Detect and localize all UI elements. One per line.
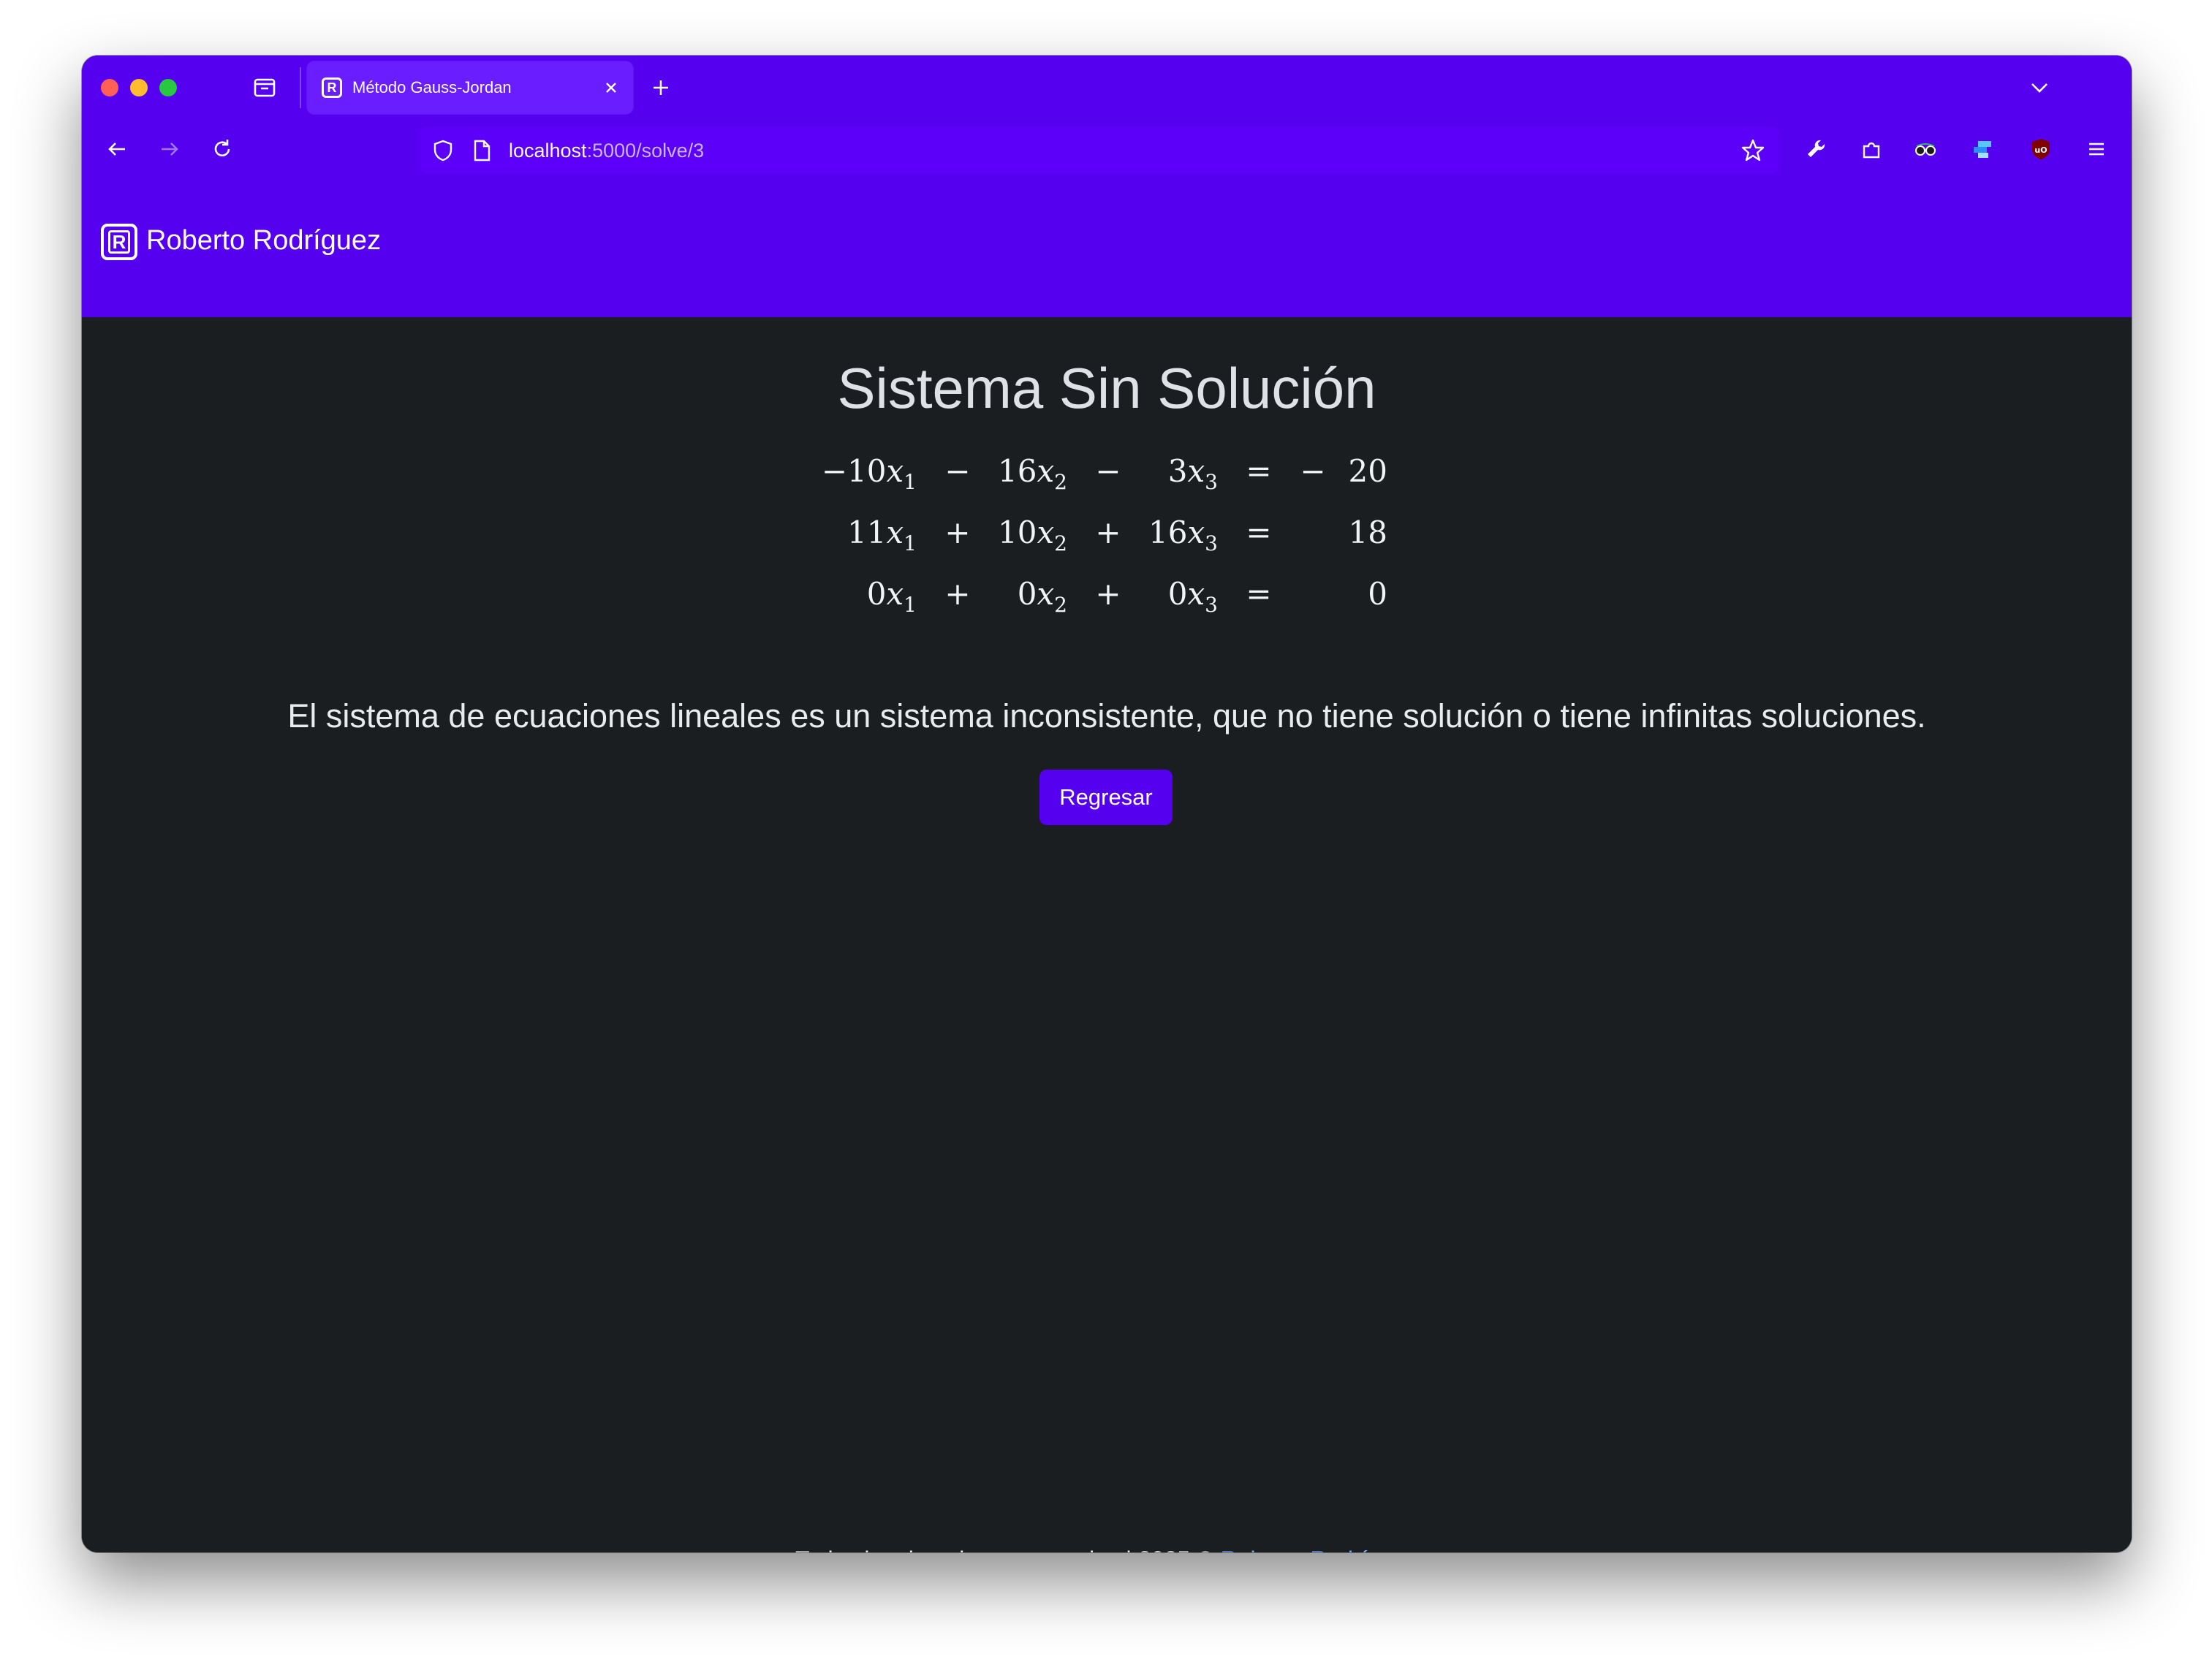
term-x1: −10x1	[822, 453, 917, 494]
url-text[interactable]: localhost:5000/solve/3	[509, 140, 704, 162]
minimize-window-button[interactable]	[130, 79, 148, 96]
term-x3: 3x3	[1168, 453, 1218, 494]
nav-toolbar: localhost:5000/solve/3 uO	[82, 120, 2132, 180]
footer-text: Todos los derechos reservados | 2025 ©	[795, 1547, 1221, 1552]
equals-sign: =	[1246, 576, 1272, 612]
variable-subscript: 3	[1205, 470, 1218, 494]
svg-text:uO: uO	[2034, 145, 2047, 155]
privacy-glasses-icon[interactable]	[1911, 134, 1940, 164]
operator: +	[944, 515, 971, 550]
brand-logo-letter: R	[108, 230, 130, 254]
equals-sign: =	[1246, 453, 1272, 489]
page-icon[interactable]	[471, 139, 493, 162]
variable-subscript: 2	[1054, 593, 1067, 617]
variable-subscript: 2	[1054, 470, 1067, 494]
coefficient: 0	[866, 576, 887, 612]
variable: x	[1187, 576, 1205, 612]
operator: +	[944, 576, 971, 612]
coefficient: 3	[1167, 453, 1188, 489]
star-icon[interactable]	[1740, 137, 1766, 164]
operator: −	[1095, 453, 1121, 489]
result-message: El sistema de ecuaciones lineales es un …	[287, 697, 1926, 735]
menu-icon[interactable]	[2082, 134, 2111, 164]
operator: −	[944, 453, 971, 489]
term-x1: 0x1	[867, 576, 917, 617]
rhs-value: 0	[1368, 576, 1387, 612]
equation-row: 0x1 +0x2 +0x3 = 0	[82, 576, 2132, 637]
browser-window: R Método Gauss-Jordan localhost:5000/sol…	[82, 56, 2132, 1552]
rhs-value: 18	[1348, 515, 1387, 550]
operator: +	[1095, 576, 1121, 612]
coefficient: 10	[998, 515, 1037, 550]
term-x3: 0x3	[1168, 576, 1218, 617]
equation-row: 11x1 +10x2 +16x3 = 18	[82, 515, 2132, 576]
url-path: :5000/solve/3	[586, 140, 705, 162]
tab-title: Método Gauss-Jordan	[352, 78, 512, 96]
term-x2: 0x2	[1018, 576, 1067, 617]
variable: x	[1037, 515, 1055, 550]
variable: x	[1187, 453, 1205, 489]
url-host: localhost	[509, 140, 587, 162]
equation-row: −10x1−16x2−3x3 = −20	[82, 453, 2132, 515]
main-content: Sistema Sin Solución −10x1−16x2−3x3 = −20 1…	[82, 317, 2132, 1552]
blocks-extension-icon[interactable]	[1968, 134, 1997, 164]
term-x2: 16x2	[998, 453, 1067, 494]
reload-icon[interactable]	[208, 134, 237, 164]
url-bar[interactable]: localhost:5000/solve/3	[420, 127, 1779, 174]
shield-icon[interactable]	[430, 137, 456, 164]
operator: +	[1095, 515, 1121, 550]
site-navbar: R Roberto Rodríguez	[82, 180, 2132, 317]
extensions-icon[interactable]	[1857, 134, 1886, 164]
equals-sign: =	[1246, 515, 1272, 550]
term-x1: 11x1	[847, 515, 917, 555]
variable: x	[886, 515, 904, 550]
favicon-icon: R	[322, 77, 342, 98]
coefficient: 11	[847, 515, 887, 550]
close-window-button[interactable]	[101, 79, 118, 96]
plus-icon[interactable]	[646, 73, 675, 102]
variable: x	[886, 576, 904, 612]
variable: x	[1037, 576, 1055, 612]
variable: x	[1187, 515, 1205, 550]
tab-separator	[300, 67, 301, 108]
wrench-icon[interactable]	[1801, 134, 1830, 164]
brand-logo[interactable]: R	[101, 224, 137, 260]
maximize-window-button[interactable]	[159, 79, 177, 96]
page-title: Sistema Sin Solución	[837, 356, 1376, 420]
brand-name-link[interactable]: Roberto Rodríguez	[146, 225, 381, 257]
back-button[interactable]: Regresar	[1039, 770, 1173, 825]
forward-arrow-icon[interactable]	[155, 134, 184, 164]
variable: x	[886, 453, 904, 489]
variable-subscript: 3	[1205, 593, 1218, 617]
coefficient: 0	[1017, 576, 1037, 612]
variable-subscript: 1	[904, 470, 917, 494]
coefficient: 16	[1148, 515, 1188, 550]
coefficient: 0	[1167, 576, 1188, 612]
back-arrow-icon[interactable]	[102, 134, 132, 164]
chevron-down-icon[interactable]	[2025, 73, 2054, 102]
tab-active[interactable]: R Método Gauss-Jordan	[307, 61, 633, 114]
tab-list-icon[interactable]	[250, 73, 279, 102]
coefficient: 16	[998, 453, 1037, 489]
variable-subscript: 3	[1205, 531, 1218, 555]
variable-subscript: 1	[904, 531, 917, 555]
close-icon[interactable]	[601, 77, 621, 98]
term-x3: 16x3	[1148, 515, 1218, 555]
variable-subscript: 1	[904, 593, 917, 617]
variable: x	[1037, 453, 1055, 489]
coefficient: −10	[821, 453, 887, 489]
rhs-sign: −	[1300, 453, 1326, 489]
ublock-icon[interactable]: uO	[2026, 134, 2056, 164]
footer: Todos los derechos reservados | 2025 © R…	[82, 1547, 2132, 1552]
term-x2: 10x2	[998, 515, 1067, 555]
footer-author-link[interactable]: Roberto Rodríguez	[1221, 1547, 1418, 1552]
rhs-value: 20	[1348, 453, 1387, 489]
variable-subscript: 2	[1054, 531, 1067, 555]
tab-strip: R Método Gauss-Jordan	[82, 56, 2132, 120]
